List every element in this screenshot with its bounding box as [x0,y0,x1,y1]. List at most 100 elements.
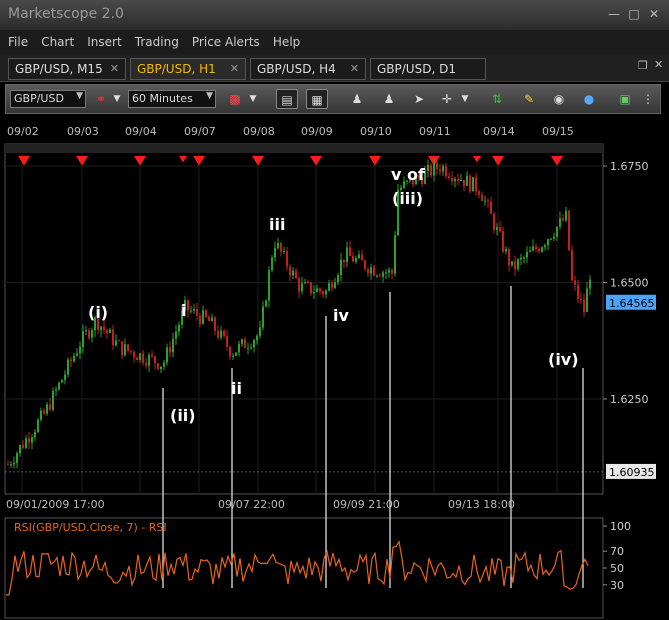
chevron-down-icon: ▼ [76,91,83,101]
candle-body [157,363,159,369]
candle-body [223,330,225,336]
tab-gbpusd-h1[interactable]: GBP/USD, H1 ✕ [130,58,246,80]
close-tab-icon[interactable]: ✕ [350,62,359,75]
chevron-down-icon[interactable]: ▼ [110,89,124,109]
candle-body [355,258,357,262]
rsi-title: RSI(GBP/USD.Close, 7) - RSI [14,521,167,534]
chart-toolbar: GBP/USD ▼ ⚭ ▼ 60 Minutes ▼ ▩ ▼ ▤ ▦ ♟ ♟ ➤ ✛… [5,84,661,114]
maximize-icon[interactable]: □ [626,6,642,22]
candle-body [388,269,390,273]
globe-icon[interactable]: ● [578,89,600,109]
tab-gbpusd-h4[interactable]: GBP/USD, H4 ✕ [250,58,366,80]
candle-body [337,274,339,283]
price-tick-label: 1.6500 [610,277,649,290]
candle-body [493,213,495,230]
chart-area[interactable]: 09/02 09/03 09/04 09/07 09/08 09/09 09/10 09/11… [0,118,669,620]
candle-body [121,341,123,356]
person-zoom-icon[interactable]: ♟ [346,89,368,109]
candle-body [238,343,240,353]
candle-body [568,210,570,251]
menu-trading[interactable]: Trading [135,35,179,49]
image-export-icon[interactable]: ▣ [614,89,636,109]
minimize-icon[interactable]: — [606,6,622,22]
tab-gbpusd-m15[interactable]: GBP/USD, M15 ✕ [8,58,126,80]
menu-help[interactable]: Help [273,35,300,49]
close-tab-icon[interactable]: ✕ [110,62,119,75]
menu-price-alerts[interactable]: Price Alerts [192,35,260,49]
candle-body [178,324,180,332]
candle-body [190,310,192,312]
candle-body [13,462,15,465]
candle-body [580,298,582,300]
candle-body [448,176,450,178]
candle-body [313,292,315,294]
candle-body [352,255,354,262]
candle-body [145,362,147,366]
rsi-tick-label: 50 [610,562,624,575]
candle-body [367,269,369,274]
close-icon[interactable]: ✕ [646,6,662,22]
link-chain-icon[interactable]: ⚭ [90,89,112,109]
candle-body [283,250,285,252]
candle-body [163,362,165,367]
candle-body [31,437,33,443]
candle-body [43,410,45,414]
chevron-down-icon[interactable]: ▼ [246,89,260,109]
wave-label: ii [231,379,242,398]
menu-insert[interactable]: Insert [87,35,121,49]
eye-icon[interactable]: ◉ [548,89,570,109]
cursor-arrow-icon[interactable]: ➤ [408,89,430,109]
chevron-down-icon[interactable]: ▼ [458,89,472,109]
fibonacci-icon[interactable]: ⇅ [486,89,508,109]
crosshair-icon[interactable]: ✛ [436,89,458,109]
more-menu-icon[interactable]: ⋮ [640,89,656,109]
restore-window-icon[interactable]: ❐ [638,59,648,72]
chart-type-icon[interactable]: ▩ [224,89,246,109]
menu-chart[interactable]: Chart [41,35,74,49]
wave-label: (i) [88,303,108,322]
tab-gbpusd-d1[interactable]: GBP/USD, D1 [370,58,486,80]
menu-file[interactable]: File [8,35,28,49]
bottom-date-label: 09/07 22:00 [218,498,285,511]
top-date-label: 09/02 [7,125,39,138]
rsi-tick-label: 30 [610,579,624,592]
indicator-panel-icon[interactable]: ▦ [306,89,328,109]
candle-body [46,404,48,414]
top-date-label: 09/10 [360,125,392,138]
candle-body [199,315,201,324]
candle-body [235,352,237,356]
timeframe-select[interactable]: 60 Minutes ▼ [128,90,216,108]
candle-body [382,272,384,277]
candle-body [550,238,552,240]
top-date-label: 09/08 [243,125,275,138]
candle-body [541,247,543,252]
pencil-icon[interactable]: ✎ [518,89,540,109]
price-chart[interactable]: 09/02 09/03 09/04 09/07 09/08 09/09 09/10 09/11… [0,118,669,620]
close-tab-icon[interactable]: ✕ [230,62,239,75]
candle-body [331,283,333,289]
candle-body [499,227,501,232]
candle-body [478,191,480,195]
candle-body [271,257,273,271]
candle-body [226,335,228,347]
price-tick-label: 1.6250 [610,393,649,406]
candle-body [523,257,525,259]
candle-body [295,270,297,279]
symbol-select[interactable]: GBP/USD ▼ [10,90,86,108]
candle-body [268,270,270,301]
close-chart-icon[interactable]: ✕ [654,58,663,71]
candle-body [481,194,483,201]
candle-body [469,175,471,192]
toggle-panel-icon[interactable]: ▤ [276,89,298,109]
top-date-label: 09/03 [67,125,99,138]
candle-body [253,340,255,348]
candle-body [346,247,348,262]
candle-body [70,359,72,362]
candle-body [40,410,42,420]
person-add-icon[interactable]: ♟ [378,89,400,109]
candle-body [535,246,537,250]
candle-body [82,331,84,347]
low-price-label: 1.60935 [609,466,655,479]
candle-body [202,310,204,324]
candle-body [454,178,456,182]
